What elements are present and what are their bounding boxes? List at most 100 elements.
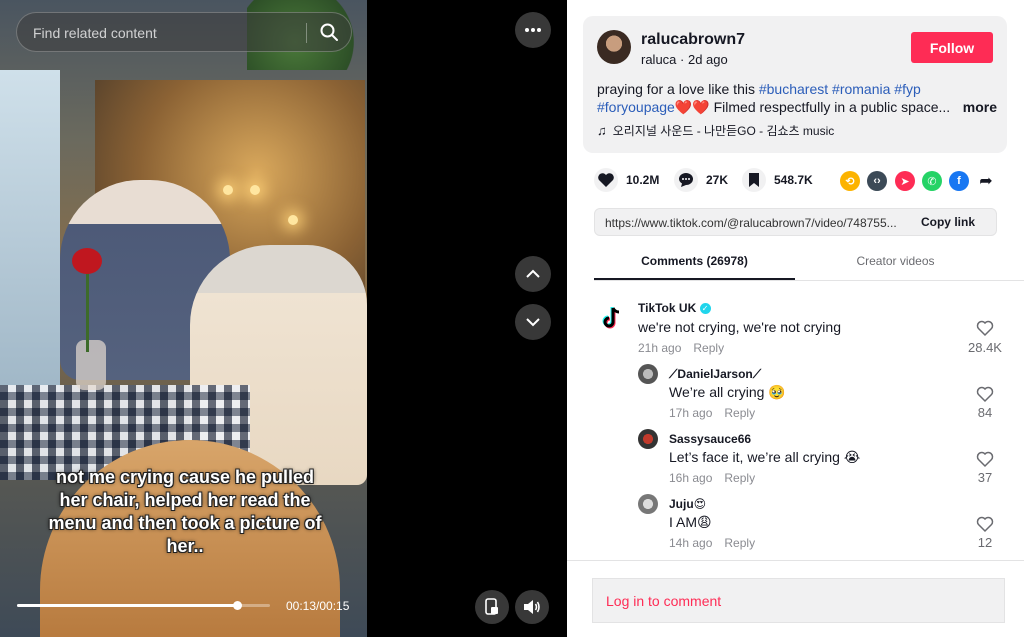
avatar[interactable] xyxy=(638,364,658,384)
comment-time: 21h ago xyxy=(638,341,682,355)
speaker-icon xyxy=(524,600,540,614)
comment-like-count: 28.4K xyxy=(968,340,1002,355)
hashtag-link[interactable]: #romania xyxy=(832,81,890,97)
music-note-icon: ♫ xyxy=(597,123,607,138)
commenter-name[interactable]: Sassysauce66 xyxy=(669,432,751,446)
heart-icon xyxy=(598,173,614,187)
like-button[interactable]: 10.2M xyxy=(594,168,659,192)
comment-like-count: 84 xyxy=(977,405,993,420)
reply-button[interactable]: Reply xyxy=(724,406,755,420)
comment-like-count: 37 xyxy=(977,470,993,485)
progress-fill xyxy=(17,604,238,607)
tab-creator-videos[interactable]: Creator videos xyxy=(795,252,996,278)
like-count: 10.2M xyxy=(626,173,660,187)
whatsapp-icon[interactable]: ✆ xyxy=(922,171,942,191)
comment-text: I AM😩 xyxy=(669,514,712,530)
video-url[interactable]: https://www.tiktok.com/@ralucabrown7/vid… xyxy=(605,216,910,230)
comment-meta: 17h ago Reply xyxy=(669,406,755,420)
comment-button[interactable]: 27K xyxy=(674,168,728,192)
save-button[interactable]: 548.7K xyxy=(742,168,813,192)
volume-button[interactable] xyxy=(515,590,549,624)
video-caption: not me crying cause he pulled her chair,… xyxy=(48,467,322,556)
comment-meta: 16h ago Reply xyxy=(669,471,755,485)
commenter-name[interactable]: ⟋DanielJarson⟋ xyxy=(669,367,761,382)
avatar[interactable] xyxy=(599,305,625,331)
red-rose xyxy=(72,248,102,274)
search-icon[interactable] xyxy=(319,22,339,42)
comment-count: 27K xyxy=(706,173,729,187)
wall-lamp xyxy=(288,215,298,225)
search-bar[interactable] xyxy=(16,12,352,52)
post-description: praying for a love like this #bucharest … xyxy=(597,80,997,116)
vase xyxy=(76,340,106,390)
floating-player-button[interactable] xyxy=(475,590,509,624)
comment-text: Let’s face it, we’re all crying 😭 xyxy=(669,449,861,465)
share-arrow-icon[interactable]: ➦ xyxy=(976,171,996,191)
commenter-name-text: TikTok UK xyxy=(638,301,697,315)
reply-button[interactable]: Reply xyxy=(724,536,755,550)
facebook-icon[interactable]: f xyxy=(949,171,969,191)
ellipsis-icon xyxy=(525,28,541,32)
follow-button[interactable]: Follow xyxy=(911,32,993,63)
commenter-name[interactable]: Juju😍 xyxy=(669,497,706,511)
mini-player-icon xyxy=(485,598,498,615)
reply-button[interactable]: Reply xyxy=(693,341,724,355)
wall-lamp xyxy=(250,185,260,195)
comment-time: 14h ago xyxy=(669,536,713,550)
comment-meta: 14h ago Reply xyxy=(669,536,755,550)
comment-text: we're not crying, we're not crying xyxy=(638,319,841,335)
desc-text: praying for a love like this xyxy=(597,81,755,97)
progress-bar[interactable] xyxy=(17,601,270,610)
hashtag-link[interactable]: #bucharest xyxy=(759,81,828,97)
heart-emojis: ❤️❤️ xyxy=(674,99,710,115)
chevron-down-icon xyxy=(526,318,540,327)
more-options-button[interactable] xyxy=(515,12,551,48)
details-panel: ralucabrown7 raluca · 2d ago Follow pray… xyxy=(567,0,1024,637)
search-input[interactable] xyxy=(31,22,305,44)
bookmark-icon xyxy=(749,173,759,187)
time-display: 00:13/00:15 xyxy=(286,599,350,613)
repost-icon[interactable]: ⟲ xyxy=(840,171,860,191)
wall-lamp xyxy=(223,185,233,195)
comment-meta: 21h ago Reply xyxy=(638,341,724,355)
comment-time: 17h ago xyxy=(669,406,713,420)
avatar[interactable] xyxy=(597,30,631,64)
divider xyxy=(567,560,1024,561)
video-link-box: https://www.tiktok.com/@ralucabrown7/vid… xyxy=(594,208,997,236)
search-divider xyxy=(306,23,307,43)
comment-like-count: 12 xyxy=(977,535,993,550)
next-video-button[interactable] xyxy=(515,304,551,340)
login-to-comment-bar[interactable]: Log in to comment xyxy=(592,578,1005,623)
login-to-comment-link[interactable]: Log in to comment xyxy=(606,593,721,609)
video-player[interactable]: not me crying cause he pulled her chair,… xyxy=(0,0,567,637)
send-icon[interactable]: ➤ xyxy=(895,171,915,191)
hashtag-link[interactable]: #fyp xyxy=(894,81,920,97)
save-count: 548.7K xyxy=(774,173,813,187)
verified-badge-icon: ✓ xyxy=(699,303,711,315)
window-scene xyxy=(0,70,60,400)
avatar[interactable] xyxy=(638,429,658,449)
comment-time: 16h ago xyxy=(669,471,713,485)
chevron-up-icon xyxy=(526,269,540,278)
author-subline: raluca · 2d ago xyxy=(641,52,728,67)
post-info-card: ralucabrown7 raluca · 2d ago Follow pray… xyxy=(583,16,1007,153)
author-username[interactable]: ralucabrown7 xyxy=(641,31,745,49)
desc-tail: Filmed respectfully in a public space... xyxy=(713,99,951,115)
comment-tabs: Comments (26978) Creator videos xyxy=(594,252,1024,281)
more-button[interactable]: more xyxy=(963,98,997,116)
embed-icon[interactable]: ‹› xyxy=(867,171,887,191)
heart-outline-icon[interactable] xyxy=(976,515,994,533)
tab-comments[interactable]: Comments (26978) xyxy=(594,252,795,280)
copy-link-button[interactable]: Copy link xyxy=(900,209,996,235)
rose-stem xyxy=(86,272,89,352)
music-link[interactable]: ♫ 오리지널 사운드 - 나만듣GO - 김쇼츠 music xyxy=(597,122,834,139)
heart-outline-icon[interactable] xyxy=(976,450,994,468)
hashtag-link[interactable]: #foryoupage xyxy=(597,99,675,115)
tiktok-logo-icon xyxy=(602,307,620,329)
heart-outline-icon[interactable] xyxy=(976,385,994,403)
heart-outline-icon[interactable] xyxy=(976,319,994,337)
previous-video-button[interactable] xyxy=(515,256,551,292)
avatar[interactable] xyxy=(638,494,658,514)
reply-button[interactable]: Reply xyxy=(724,471,755,485)
commenter-name[interactable]: TikTok UK ✓ xyxy=(638,301,711,315)
